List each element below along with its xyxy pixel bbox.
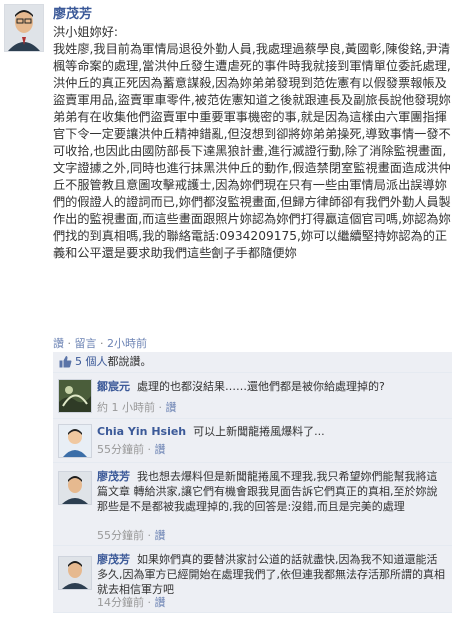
comment: 鄒宸元 處理的也都沒結果……還他們都是被你給處理掉的? 約 1 小時前 · 讚 <box>53 373 452 419</box>
likes-suffix: 都說讚。 <box>107 355 152 368</box>
likes-text: 5 個人都說讚。 <box>75 352 152 372</box>
comment-link[interactable]: 留言 <box>75 337 97 350</box>
comment-body: 可以上新聞龍捲風爆料了... <box>193 425 325 438</box>
separator: · <box>96 337 107 350</box>
comment-body: 我也想去爆料但是新聞龍捲風不理我,我只希望妳們能幫我將這篇文章 轉給洪家,讓它們… <box>97 470 438 513</box>
comment-author[interactable]: Chia Yin Hsieh <box>97 425 186 438</box>
comment-like-link[interactable]: 讚 <box>155 443 166 456</box>
post-body: 洪小姐妳好: 我姓廖,我目前為軍情局退役外勤人員,我處理過蔡學良,黃國彰,陳俊銘… <box>53 24 451 262</box>
comment-avatar[interactable] <box>58 556 92 590</box>
comment-author[interactable]: 廖茂芳 <box>97 470 130 483</box>
comment-text: 鄒宸元 處理的也都沒結果……還他們都是被你給處理掉的? <box>97 379 446 394</box>
comment-avatar[interactable] <box>58 379 92 413</box>
post-timestamp[interactable]: 2小時前 <box>107 337 147 350</box>
avatar-photo-icon <box>59 425 91 457</box>
comment-meta: 55分鐘前 · 讚 <box>97 443 166 456</box>
avatar-photo-icon <box>59 472 91 504</box>
post-author-name[interactable]: 廖茂芳 <box>53 3 92 22</box>
comment-text: 廖茂芳 我也想去爆料但是新聞龍捲風不理我,我只希望妳們能幫我將這篇文章 轉給洪家… <box>97 469 446 514</box>
comment-like-link[interactable]: 讚 <box>166 401 177 414</box>
comment-body: 處理的也都沒結果……還他們都是被你給處理掉的? <box>137 380 385 393</box>
comment-author[interactable]: 鄒宸元 <box>97 380 130 393</box>
separator: · <box>64 337 75 350</box>
post-greeting: 洪小姐妳好: <box>53 25 119 39</box>
comment: 廖茂芳 我也想去爆料但是新聞龍捲風不理我,我只希望妳們能幫我將這篇文章 轉給洪家… <box>53 463 452 546</box>
post-actions: 讚 · 留言 · 2小時前 <box>53 335 147 351</box>
thumbs-up-icon <box>59 356 72 368</box>
post-author-avatar[interactable] <box>4 4 44 52</box>
comment-like-link[interactable]: 讚 <box>155 596 166 609</box>
comment-meta: 55分鐘前 · 讚 <box>97 529 166 542</box>
avatar-photo-icon <box>59 380 91 412</box>
comment-like-link[interactable]: 讚 <box>155 529 166 542</box>
comment-time[interactable]: 約 1 小時前 <box>97 401 155 414</box>
comment-time[interactable]: 55分鐘前 <box>97 443 144 456</box>
like-link[interactable]: 讚 <box>53 337 64 350</box>
comment-text: Chia Yin Hsieh 可以上新聞龍捲風爆料了... <box>97 424 446 439</box>
comment-time[interactable]: 14分鐘前 <box>97 596 144 609</box>
likes-count-link[interactable]: 5 個人 <box>75 355 108 368</box>
comment-time[interactable]: 55分鐘前 <box>97 529 144 542</box>
avatar-photo-icon <box>5 5 43 51</box>
comment-meta: 約 1 小時前 · 讚 <box>97 401 177 414</box>
comment-avatar[interactable] <box>58 424 92 458</box>
comment: 廖茂芳 如果妳們真的要替洪家討公道的話就盡快,因為我不知道還能活多久,因為軍方已… <box>53 546 452 613</box>
comment-avatar[interactable] <box>58 471 92 505</box>
post-text: 我姓廖,我目前為軍情局退役外勤人員,我處理過蔡學良,黃國彰,陳俊銘,尹清楓等命案… <box>53 42 451 260</box>
comment-author[interactable]: 廖茂芳 <box>97 553 130 566</box>
comment-meta: 14分鐘前 · 讚 <box>97 596 166 609</box>
likes-summary: 5 個人都說讚。 <box>53 352 452 373</box>
comment: Chia Yin Hsieh 可以上新聞龍捲風爆料了... 55分鐘前 · 讚 <box>53 419 452 463</box>
comment-body: 如果妳們真的要替洪家討公道的話就盡快,因為我不知道還能活多久,因為軍方已經開始在… <box>97 553 445 596</box>
comment-text: 廖茂芳 如果妳們真的要替洪家討公道的話就盡快,因為我不知道還能活多久,因為軍方已… <box>97 552 446 597</box>
avatar-photo-icon <box>59 557 91 589</box>
